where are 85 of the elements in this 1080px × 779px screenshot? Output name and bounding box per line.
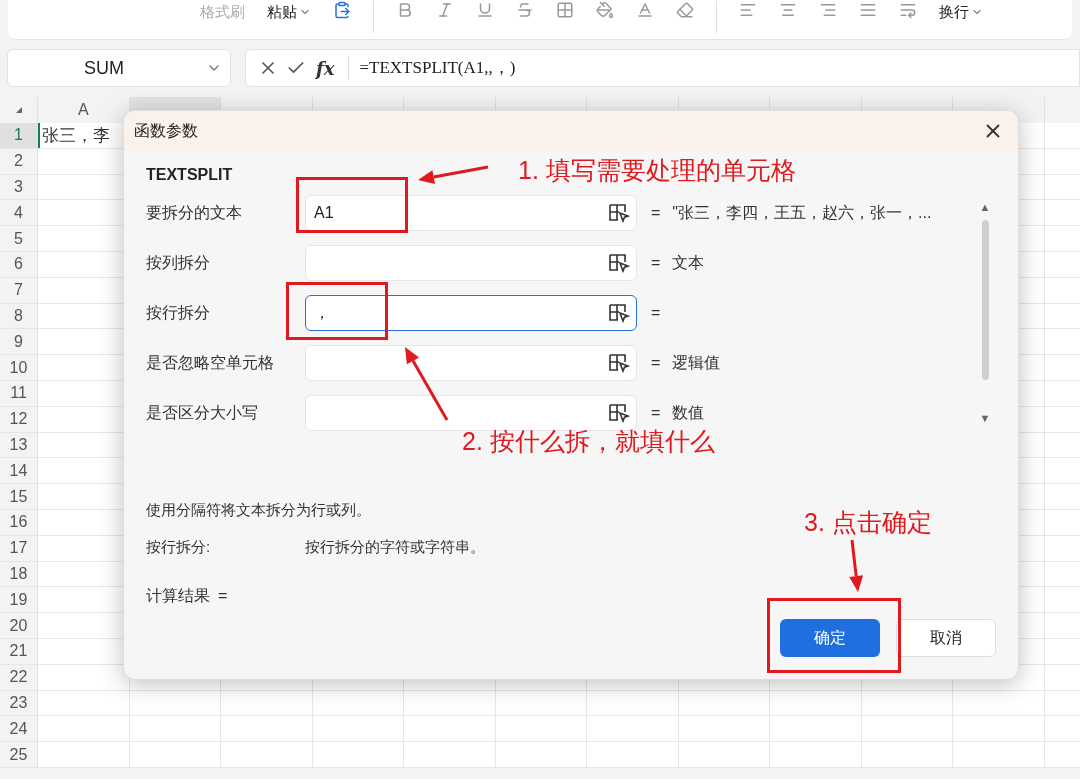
row-header[interactable]: 6 (0, 252, 38, 277)
argument-field[interactable] (305, 345, 637, 381)
row-header[interactable]: 13 (0, 432, 38, 458)
paste-dropdown[interactable]: 粘贴 (267, 1, 311, 24)
result-label: 计算结果 (146, 586, 210, 606)
row-header[interactable]: 16 (0, 509, 38, 535)
scrollbar-thumb[interactable] (981, 219, 989, 380)
row-header[interactable]: 7 (0, 277, 38, 303)
cell-reference-icon[interactable] (608, 253, 630, 273)
argument-result: "张三，李四，王五，赵六，张一，... (672, 203, 932, 223)
equals-sign: = (651, 403, 661, 423)
clipboard-icon[interactable] (333, 1, 351, 19)
row-header[interactable]: 15 (0, 484, 38, 509)
row-header[interactable]: 1 (0, 123, 38, 148)
equals-sign: = (651, 353, 661, 373)
row-header[interactable]: 24 (0, 716, 38, 742)
cancel-button[interactable]: 取消 (896, 619, 996, 657)
annotation-text: 3. 点击确定 (804, 507, 932, 538)
row-header[interactable]: 3 (0, 174, 38, 200)
argument-help-text: 按行拆分的字符或字符串。 (305, 536, 485, 557)
argument-label: 是否区分大小写 (146, 403, 259, 423)
eraser-icon[interactable] (676, 1, 694, 19)
wrap-text-icon[interactable] (899, 1, 917, 19)
row-header[interactable]: 10 (0, 355, 38, 380)
row-header[interactable]: 14 (0, 458, 38, 484)
argument-label: 按列拆分 (146, 253, 211, 273)
argument-result: 数值 (672, 403, 705, 423)
align-right-icon[interactable] (819, 1, 837, 19)
cell-reference-icon[interactable] (608, 353, 630, 373)
row-header[interactable]: 17 (0, 535, 38, 561)
formula-field[interactable]: fx =TEXTSPLIT(A1,,，) (245, 49, 1080, 87)
formula-text: =TEXTSPLIT(A1,,，) (359, 57, 516, 80)
argument-field[interactable] (305, 245, 637, 281)
row-header[interactable]: 4 (0, 200, 38, 226)
argument-field[interactable] (305, 395, 637, 431)
argument-label: 按行拆分 (146, 303, 211, 323)
cell-reference-icon[interactable] (608, 303, 630, 323)
row-header[interactable]: 5 (0, 226, 38, 251)
insert-function-button[interactable]: fx (316, 54, 335, 82)
row-header[interactable]: 25 (0, 742, 38, 767)
annotation-text: 2. 按什么拆，就填什么 (462, 426, 715, 457)
result-value: = (218, 586, 228, 606)
row-header[interactable]: 21 (0, 638, 38, 664)
cell-reference-icon[interactable] (608, 403, 630, 423)
function-name: TEXTSPLIT (146, 165, 233, 185)
name-box[interactable]: SUM (7, 49, 231, 87)
select-all-icon[interactable] (15, 107, 22, 113)
annotation-text: 1. 填写需要处理的单元格 (518, 155, 796, 186)
row-header[interactable]: 20 (0, 613, 38, 638)
equals-sign: = (651, 303, 661, 323)
row-header[interactable]: 11 (0, 380, 38, 406)
row-header[interactable]: 19 (0, 587, 38, 613)
argument-field[interactable]: ， (305, 295, 637, 331)
annotation-arrow (418, 165, 489, 184)
dialog-title: 函数参数 (134, 121, 198, 141)
scroll-up-arrow[interactable]: ▲ (979, 199, 991, 216)
italic-icon[interactable] (436, 1, 454, 19)
argument-help-label: 按行拆分: (146, 536, 212, 557)
ok-button[interactable]: 确定 (780, 619, 880, 657)
row-header[interactable]: 18 (0, 561, 38, 587)
wrap-dropdown[interactable]: 换行 (939, 1, 983, 24)
argument-label: 要拆分的文本 (146, 203, 243, 223)
strikethrough-icon[interactable] (516, 1, 534, 19)
row-header[interactable]: 9 (0, 329, 38, 355)
equals-sign: = (651, 203, 661, 223)
align-left-icon[interactable] (739, 1, 757, 19)
underline-icon[interactable] (476, 1, 494, 19)
align-center-icon[interactable] (779, 1, 797, 19)
cell-reference-icon[interactable] (608, 203, 630, 223)
row-header[interactable]: 12 (0, 406, 38, 432)
row-header[interactable]: 22 (0, 664, 38, 690)
paint-bucket-icon[interactable] (596, 1, 614, 19)
border-icon[interactable] (556, 1, 574, 19)
font-color-icon[interactable] (636, 1, 654, 19)
equals-sign: = (651, 253, 661, 273)
row-header[interactable]: 23 (0, 690, 38, 716)
justify-icon[interactable] (859, 1, 877, 19)
row-header[interactable]: 2 (0, 148, 38, 174)
argument-label: 是否忽略空单元格 (146, 353, 275, 373)
row-header[interactable]: 8 (0, 303, 38, 329)
argument-result: 逻辑值 (672, 353, 721, 373)
annotation-arrow (849, 539, 864, 592)
argument-field[interactable]: A1 (305, 195, 637, 231)
argument-result: 文本 (672, 253, 705, 273)
scroll-down-arrow[interactable]: ▼ (979, 409, 991, 426)
